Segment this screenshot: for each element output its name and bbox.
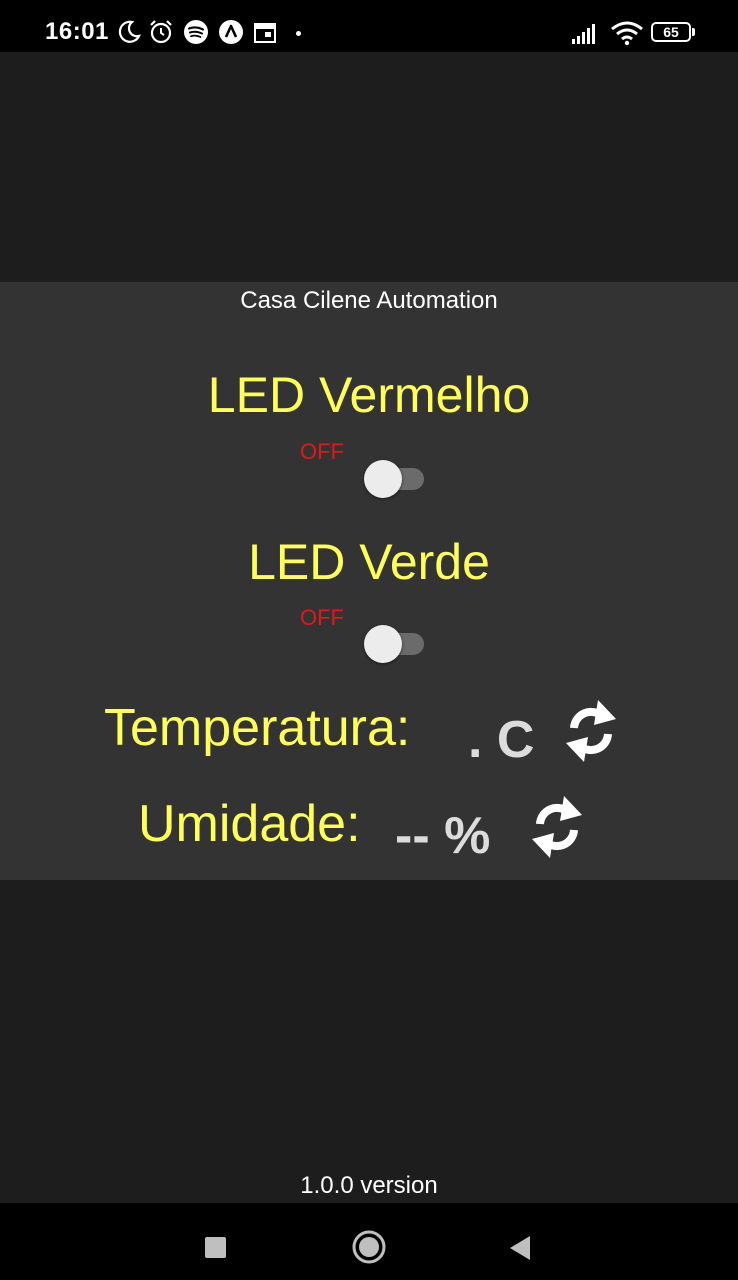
humidity-refresh-icon[interactable] xyxy=(526,788,588,866)
alarm-icon xyxy=(150,20,172,44)
status-time: 16:01 xyxy=(45,18,109,45)
temperature-value: . C xyxy=(468,711,535,769)
home-icon[interactable] xyxy=(352,1230,386,1264)
led-red-toggle[interactable] xyxy=(364,457,428,498)
battery-tip xyxy=(692,28,695,36)
nav-bar xyxy=(0,1203,738,1280)
recents-icon[interactable] xyxy=(205,1237,226,1258)
led-green-title: LED Verde xyxy=(248,534,490,590)
status-bar: 16:01 65 xyxy=(0,0,738,52)
battery-level: 65 xyxy=(663,24,679,40)
screen: 16:01 65 Casa Cilene Automation LED Verm… xyxy=(0,0,738,1280)
toggle-thumb xyxy=(364,625,402,663)
calendar-icon xyxy=(254,23,276,43)
app-title: Casa Cilene Automation xyxy=(240,287,498,314)
led-green-toggle[interactable] xyxy=(364,622,428,663)
notification-dot xyxy=(296,31,301,36)
app-icon xyxy=(219,20,243,44)
humidity-value: -- % xyxy=(395,807,491,865)
temperature-refresh-icon[interactable] xyxy=(560,692,622,770)
led-red-state: OFF xyxy=(300,439,344,464)
temperature-label: Temperatura: xyxy=(104,699,411,757)
moon-icon xyxy=(118,20,141,43)
led-red-title: LED Vermelho xyxy=(207,367,531,423)
led-green-state: OFF xyxy=(300,605,344,630)
humidity-label: Umidade: xyxy=(138,795,361,853)
main-panel: Casa Cilene Automation LED Vermelho OFF … xyxy=(0,282,738,880)
spotify-icon xyxy=(184,20,208,44)
toggle-thumb xyxy=(364,460,402,498)
wifi-icon xyxy=(611,21,643,46)
signal-icon xyxy=(572,24,595,44)
app-version: 1.0.0 version xyxy=(300,1172,438,1199)
battery-icon: 65 xyxy=(651,22,691,42)
back-icon[interactable] xyxy=(508,1234,532,1262)
